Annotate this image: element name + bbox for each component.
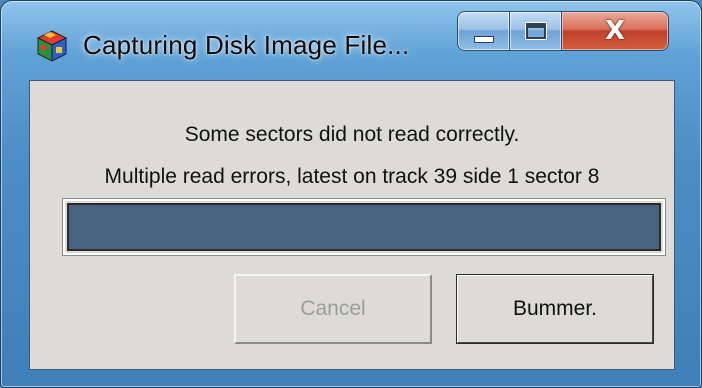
window-title: Capturing Disk Image File... <box>83 30 410 60</box>
maximize-button[interactable] <box>509 11 561 51</box>
close-button[interactable]: X <box>561 11 669 51</box>
cancel-button[interactable]: Cancel <box>234 274 432 344</box>
caption-buttons: X <box>457 11 689 53</box>
status-message: Some sectors did not read correctly. <box>184 123 520 146</box>
title-bar[interactable]: Capturing Disk Image File... X <box>1 1 701 81</box>
dialog-window: Capturing Disk Image File... X Some sect… <box>0 0 702 388</box>
bummer-button[interactable]: Bummer. <box>456 274 654 344</box>
close-icon: X <box>604 16 626 46</box>
dialog-body: Some sectors did not read correctly. Mul… <box>29 80 675 370</box>
multicolor-cube-icon <box>35 29 69 63</box>
error-detail: Multiple read errors, latest on track 39… <box>104 165 600 188</box>
minimize-icon <box>473 35 494 43</box>
maximize-icon <box>525 23 546 39</box>
progress-fill <box>69 205 659 249</box>
progress-track <box>67 203 661 251</box>
minimize-button[interactable] <box>457 11 509 51</box>
progress-bar <box>62 198 666 256</box>
